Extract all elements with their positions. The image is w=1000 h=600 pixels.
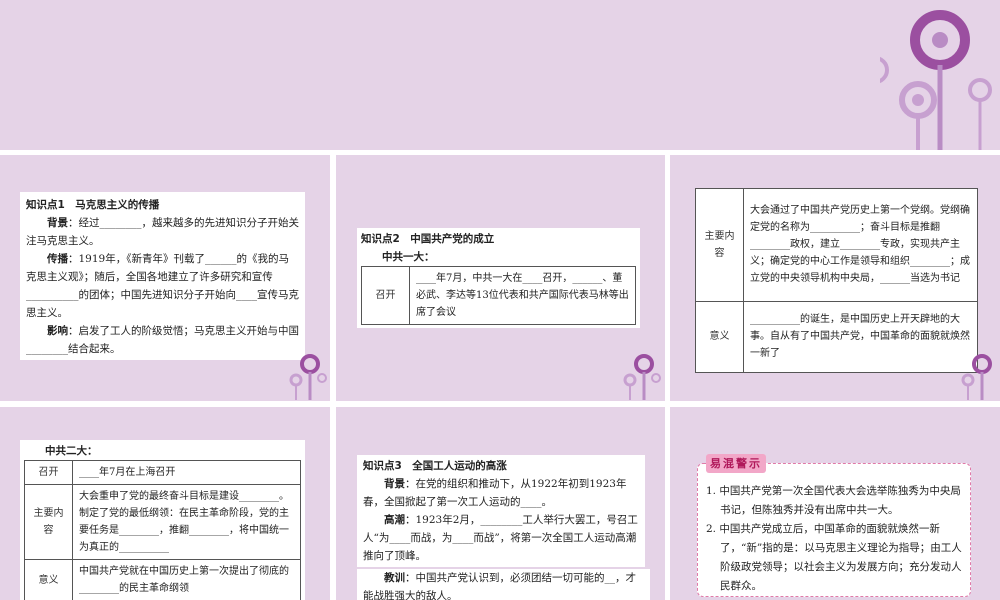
- row-text: 中国共产党就在中国历史上第一次提出了彻底的________的民主革命纲领: [72, 559, 301, 600]
- confusion-warning-box: 易混警示 1. 中国共产党第一次全国代表大会选举陈独秀为中央局书记，但陈独秀并没…: [697, 454, 971, 597]
- decorative-flowers-icon: [880, 10, 992, 150]
- second-congress-table: 召开 ____年7月在上海召开 主要内容 大会重申了党的最终奋斗目标是建设_____…: [24, 460, 301, 600]
- label-background: 背景: [47, 217, 68, 229]
- lesson-box: 教训：中国共产党认识到，必须团结一切可能的__，才能战胜强大的敌人。: [357, 569, 650, 600]
- second-congress: 中共二大： 召开 ____年7月在上海召开 主要内容 大会重申了党的最终奋斗目标是建…: [20, 440, 305, 600]
- knowledge-point-3: 知识点3 全国工人运动的高涨 背景：在党的组织和推动下，从1922年初到1923…: [357, 455, 645, 567]
- row-text: ____年7月在上海召开: [72, 460, 301, 485]
- row-label: 召开: [361, 266, 410, 325]
- top-banner: [0, 0, 1000, 150]
- subheading: 中共一大：: [382, 251, 435, 263]
- warning-title: 易混警示: [706, 454, 766, 473]
- row-label: 主要内容: [695, 188, 744, 302]
- warning-item: 1. 中国共产党第一次全国代表大会选举陈独秀为中央局书记，但陈独秀并没有出席中共…: [706, 485, 961, 516]
- small-flower-icon: [623, 354, 661, 400]
- row-text: 大会重申了党的最终奋斗目标是建设________。制定了党的最低纲领：在民主革命…: [72, 484, 301, 560]
- row-text: 大会通过了中国共产党历史上第一个党纲。党纲确定党的名称为__________；奋…: [743, 188, 978, 302]
- label-impact: 影响: [47, 325, 68, 337]
- label-background: 背景: [384, 478, 405, 490]
- knowledge-point-2: 知识点2 中国共产党的成立 中共一大： 召开 ____年7月，中共一大在____…: [357, 228, 640, 328]
- section-title: 知识点1 马克思主义的传播: [26, 199, 160, 211]
- row-text: __________的诞生，是中国历史上开天辟地的大事。自从有了中国共产党，中国…: [743, 300, 978, 374]
- section-title: 知识点2 中国共产党的成立: [361, 233, 495, 245]
- small-flower-icon: [961, 354, 992, 400]
- label-spread: 传播: [47, 253, 68, 265]
- label-climax: 高潮: [384, 514, 405, 526]
- first-congress-content: 主要内容 大会通过了中国共产党历史上第一个党纲。党纲确定党的名称为_______…: [695, 188, 978, 374]
- section-title: 知识点3 全国工人运动的高涨: [363, 460, 507, 472]
- row-text: ____年7月，中共一大在____召开，______、董必武、李达等13位代表和…: [409, 266, 636, 325]
- knowledge-point-1: 知识点1 马克思主义的传播 背景：经过________，越来越多的先进知识分子开…: [20, 192, 305, 360]
- warning-item: 2. 中国共产党成立后，中国革命的面貌就焕然一新了，“新”指的是：以马克思主义理…: [706, 523, 962, 592]
- row-label: 召开: [24, 460, 73, 485]
- climax-text: ：1923年2月，________工人举行大罢工，号召工人“为____而战，为_…: [363, 514, 638, 562]
- subheading: 中共二大：: [45, 445, 98, 457]
- label-lesson: 教训: [384, 572, 405, 584]
- first-congress-table: 召开 ____年7月，中共一大在____召开，______、董必武、李达等13位…: [361, 266, 636, 325]
- small-flower-icon: [289, 354, 327, 400]
- row-label: 意义: [24, 559, 73, 600]
- row-label: 意义: [695, 300, 744, 374]
- row-label: 主要内容: [24, 484, 73, 560]
